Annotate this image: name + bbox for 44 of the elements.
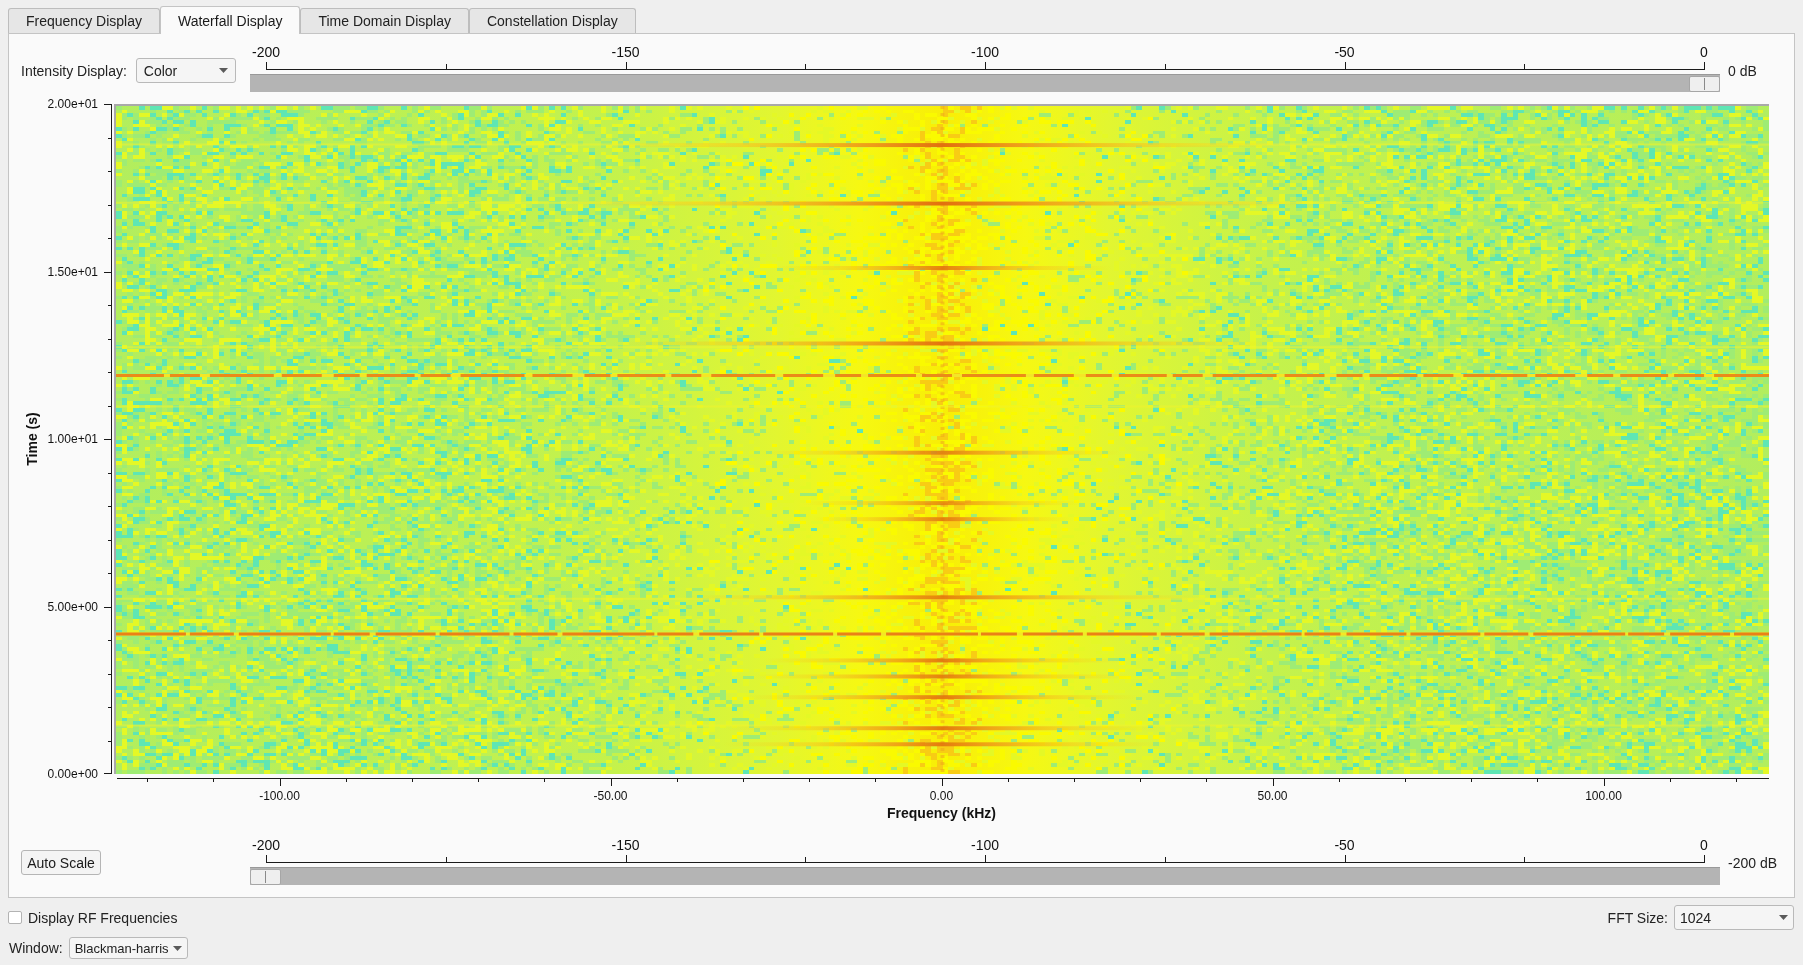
x-axis-tick-label: -100.00	[259, 789, 300, 803]
y-axis-tick-label: 0.00e+00	[47, 767, 98, 781]
tab[interactable]: Frequency Display	[8, 8, 160, 33]
window-dropdown[interactable]: Blackman-harris	[68, 937, 188, 959]
slider-scale-label: -200	[252, 44, 280, 60]
slider-value-label: 0 dB	[1728, 63, 1757, 79]
x-axis-tick-label: 50.00	[1257, 789, 1288, 803]
slider-value-label: -200 dB	[1728, 855, 1778, 871]
checkbox[interactable]	[8, 911, 22, 924]
fft-size-dropdown[interactable]: 1024	[1674, 905, 1794, 930]
fft-size-label: FFT Size:	[1607, 909, 1668, 926]
tab[interactable]: Waterfall Display	[159, 6, 301, 34]
checkbox-label[interactable]: Display RF Frequencies	[28, 909, 178, 926]
slider-track[interactable]	[250, 74, 1720, 92]
slider-scale-label: -200	[252, 837, 280, 853]
y-axis-tick-label: 1.00e+01	[47, 432, 98, 446]
caret-icon	[172, 945, 182, 951]
slider-scale-label: 0	[1700, 44, 1708, 60]
tab[interactable]: Time Domain Display	[300, 8, 469, 33]
caret-icon	[218, 68, 228, 73]
x-axis-tick-label: 0.00	[929, 789, 954, 803]
auto-scale-button[interactable]: Auto Scale	[21, 850, 101, 875]
slider-scale-label: -50	[1334, 837, 1355, 853]
slider-thumb[interactable]	[250, 869, 281, 885]
intensity-display-dropdown[interactable]: Color	[135, 58, 236, 83]
tab[interactable]: Constellation Display	[468, 8, 636, 33]
x-axis-tick-label: -50.00	[593, 789, 628, 803]
slider-scale-label: 0	[1700, 837, 1708, 853]
y-axis-tick-label: 2.00e+01	[47, 97, 98, 111]
slider-scale-label: -100	[971, 44, 999, 60]
window-label: Window:	[9, 940, 63, 956]
slider-scale-label: -50	[1334, 44, 1355, 60]
slider-track[interactable]	[250, 867, 1720, 885]
x-axis-title: Frequency (kHz)	[887, 805, 996, 822]
slider-thumb[interactable]	[1689, 76, 1720, 92]
x-axis-tick-label: 100.00	[1585, 789, 1622, 803]
y-axis-title: Time (s)	[24, 412, 40, 466]
slider-scale-label: -150	[611, 837, 640, 853]
intensity-display-label: Intensity Display:	[21, 62, 127, 79]
y-axis-tick-label: 1.50e+01	[47, 264, 98, 279]
slider-scale-label: -150	[611, 44, 640, 60]
y-axis-tick-label: 5.00e+00	[47, 599, 98, 614]
caret-icon	[1779, 915, 1788, 920]
slider-scale-label: -100	[971, 837, 999, 853]
